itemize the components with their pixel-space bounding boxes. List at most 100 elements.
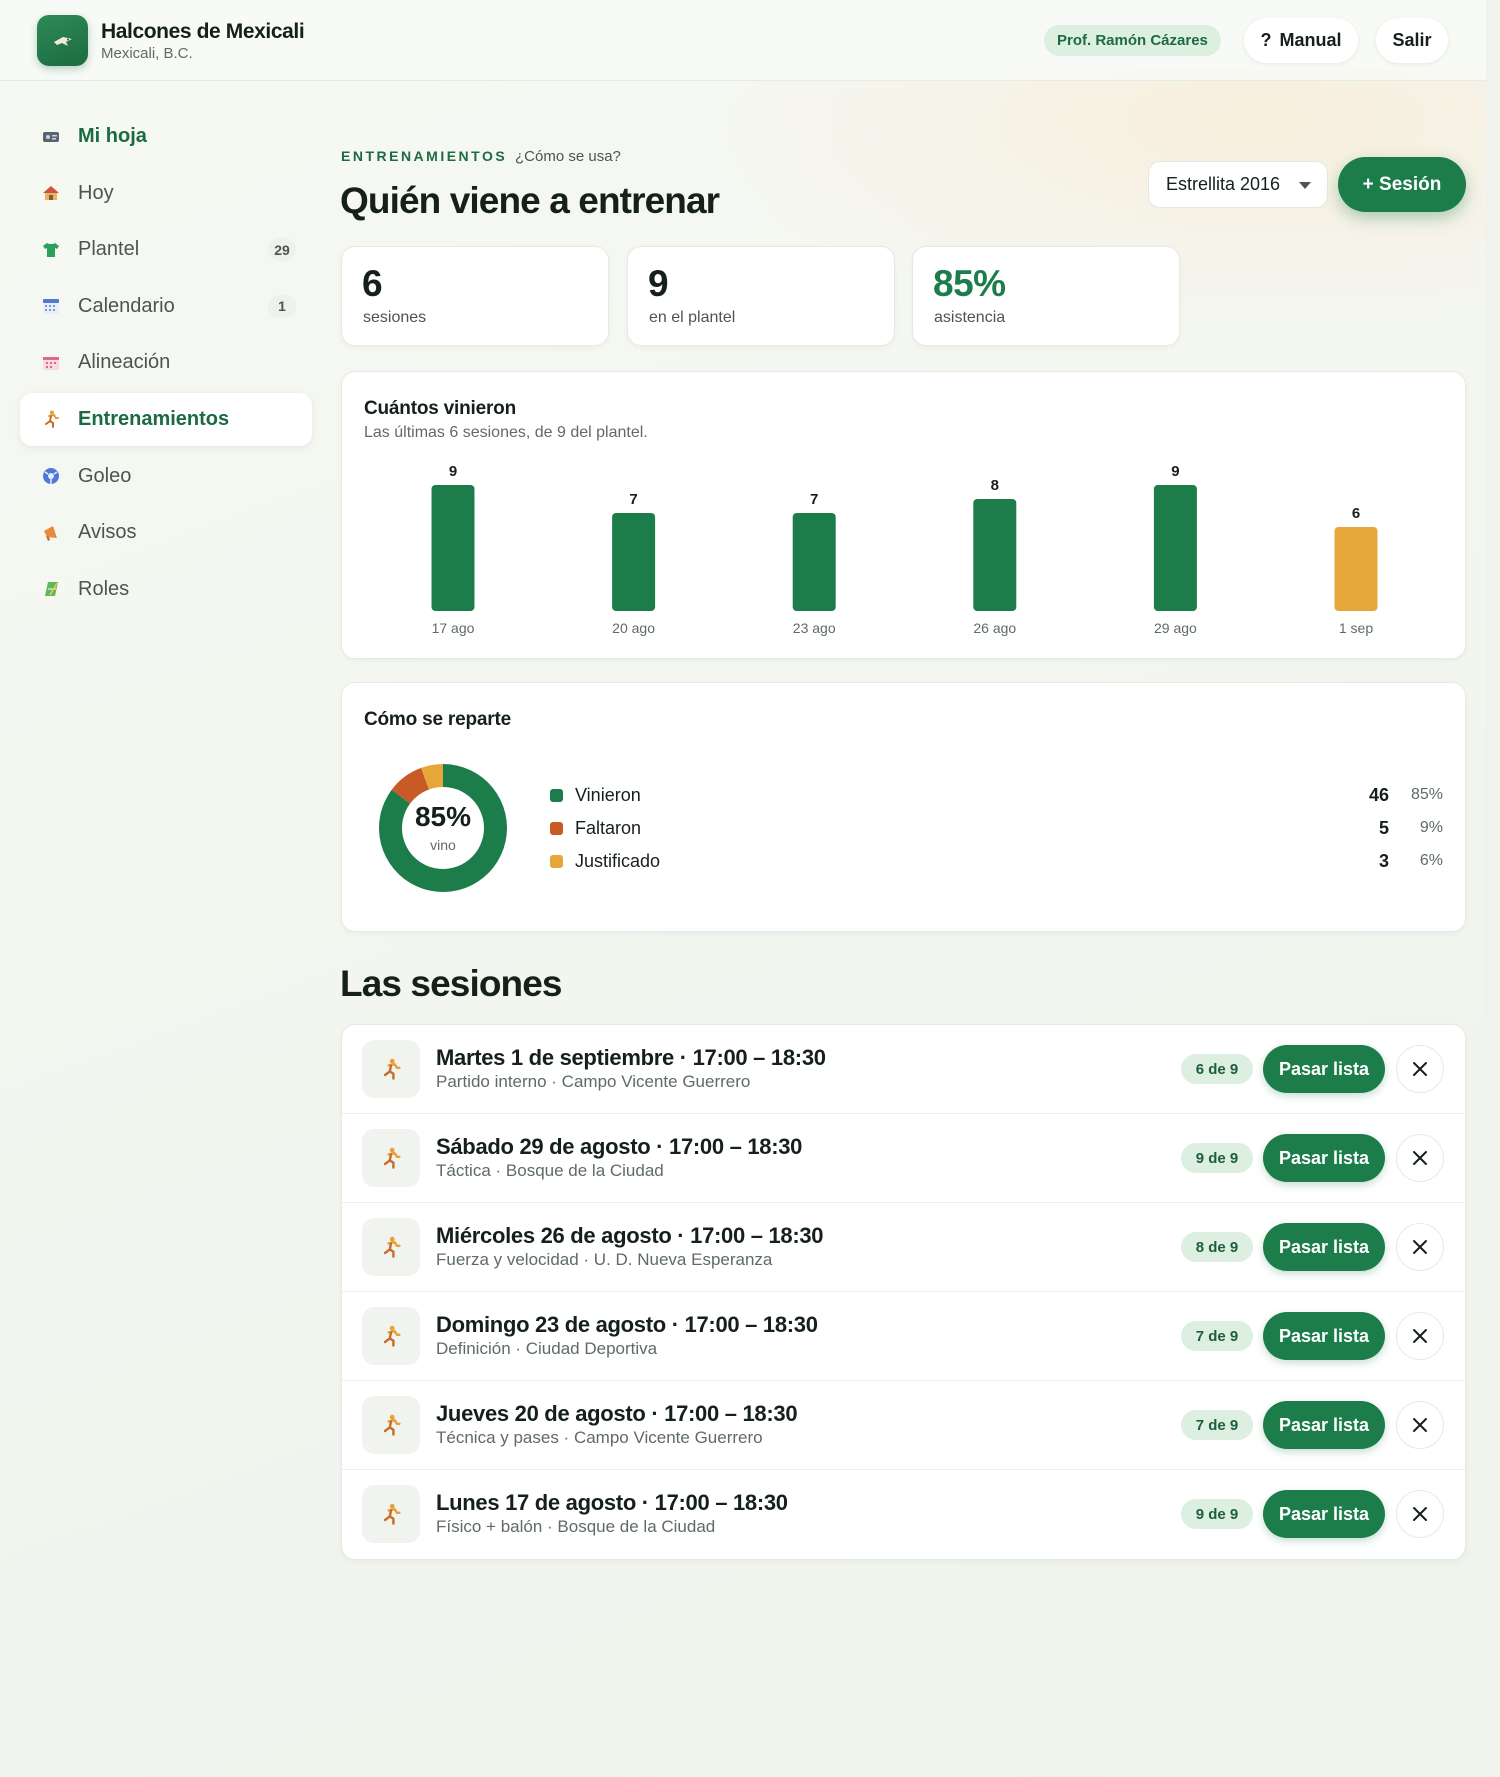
take-attendance-button[interactable]: Pasar lista [1263,1134,1385,1182]
sidebar-item-mi-hoja[interactable]: Mi hoja [20,110,312,163]
session-subtitle: Fuerza y velocidad · U. D. Nueva Esperan… [436,1250,773,1269]
session-title: Domingo 23 de agosto · 17:00 – 18:30 [436,1312,818,1337]
delete-session-button[interactable] [1396,1312,1444,1360]
session-title: Miércoles 26 de agosto · 17:00 – 18:30 [436,1223,824,1248]
runner-icon [362,1218,420,1276]
team-select-value: Estrellita 2016 [1166,174,1281,194]
new-session-button[interactable]: + Sesión [1338,157,1466,212]
manual-button-label: Manual [1279,30,1342,50]
session-attendance-badge: 7 de 9 [1181,1321,1253,1351]
sidebar-item-goleo[interactable]: Goleo [20,450,312,503]
legend-count: 5 [1378,817,1389,838]
session-title: Lunes 17 de agosto · 17:00 – 18:30 [436,1490,788,1515]
delete-session-button[interactable] [1396,1490,1444,1538]
manual-button[interactable]: ? Manual [1244,18,1358,63]
top-bar: Halcones de Mexicali Mexicali, B.C. Prof… [0,0,1486,81]
bar-category-label: 23 ago [793,620,836,636]
legend-percent: 85% [1410,786,1443,803]
delete-session-button[interactable] [1396,1134,1444,1182]
session-row[interactable]: Martes 1 de septiembre · 17:00 – 18:30 P… [342,1025,1465,1114]
donut-center: 85% vino [368,753,518,903]
close-icon [1413,1240,1427,1254]
bar-23-ago[interactable] [792,513,836,611]
legend-item-vinieron: Vinieron [550,783,641,807]
bar-value-label: 6 [1352,505,1360,522]
sidebar-item-label: Roles [78,577,130,600]
sessions-list: Martes 1 de septiembre · 17:00 – 18:30 P… [341,1024,1466,1560]
runner-icon [362,1307,420,1365]
donut-center-value: 85% [414,801,472,832]
bar-1-sep[interactable] [1334,527,1378,611]
club-name: Halcones de Mexicali [101,20,305,43]
session-row[interactable]: Miércoles 26 de agosto · 17:00 – 18:30 F… [342,1203,1465,1292]
field-icon [40,578,62,600]
take-attendance-button[interactable]: Pasar lista [1263,1401,1385,1449]
session-subtitle: Partido interno · Campo Vicente Guerrero [436,1072,751,1091]
take-attendance-button[interactable]: Pasar lista [1263,1045,1385,1093]
distribution-title: Cómo se reparte [364,709,511,730]
sidebar-item-plantel[interactable]: Plantel 29 [20,223,312,276]
delete-session-button[interactable] [1396,1223,1444,1271]
stat-card-roster: 9 en el plantel [627,246,895,346]
session-subtitle: Técnica y pases · Campo Vicente Guerrero [436,1428,763,1447]
jersey-icon [40,239,62,261]
legend-count: 46 [1368,784,1389,805]
legend-count: 3 [1378,850,1389,871]
sidebar-item-alineacion[interactable]: Alineación [20,336,312,389]
bar-value-label: 9 [449,463,457,480]
session-attendance-badge: 8 de 9 [1181,1232,1253,1262]
bar-category-label: 1 sep [1339,620,1373,636]
user-badge[interactable]: Prof. Ramón Cázares [1044,25,1221,56]
close-icon [1413,1062,1427,1076]
delete-session-button[interactable] [1396,1401,1444,1449]
session-attendance-badge: 9 de 9 [1181,1143,1253,1173]
sidebar-item-avisos[interactable]: Avisos [20,506,312,559]
bar-26-ago[interactable] [973,499,1017,611]
sessions-title: Las sesiones [340,963,563,1004]
sidebar: Mi hoja Hoy Plantel 29 Calendario 1 Alin… [20,110,312,619]
sidebar-item-hoy[interactable]: Hoy [20,167,312,220]
sidebar-item-roles[interactable]: Roles [20,563,312,616]
sidebar-item-entrenamientos[interactable]: Entrenamientos [20,392,312,446]
scrollbar-track[interactable] [1486,0,1500,1777]
bar-20-ago[interactable] [612,513,656,611]
sidebar-item-calendario[interactable]: Calendario 1 [20,280,312,333]
session-title: Sábado 29 de agosto · 17:00 – 18:30 [436,1134,803,1159]
session-row[interactable]: Lunes 17 de agosto · 17:00 – 18:30 Físic… [342,1470,1465,1559]
bar-value-label: 7 [810,491,818,508]
session-row[interactable]: Domingo 23 de agosto · 17:00 – 18:30 Def… [342,1292,1465,1381]
stat-card-sessions: 6 sesiones [341,246,609,346]
bar-29-ago[interactable] [1153,485,1197,611]
sidebar-item-label: Calendario [78,294,175,317]
help-link[interactable]: ¿Cómo se usa? [515,148,621,165]
take-attendance-button[interactable]: Pasar lista [1263,1223,1385,1271]
bar-category-label: 20 ago [612,620,655,636]
logout-button[interactable]: Salir [1376,18,1448,63]
help-icon: ? [1260,30,1272,50]
id-card-icon [40,126,62,148]
runner-icon [362,1040,420,1098]
section-kicker: ENTRENAMIENTOS [341,148,508,164]
bar-value-label: 7 [629,491,637,508]
take-attendance-button[interactable]: Pasar lista [1263,1312,1385,1360]
donut-center-label: vino [430,837,456,853]
close-icon [1413,1507,1427,1521]
delete-session-button[interactable] [1396,1045,1444,1093]
team-select[interactable]: Estrellita 2016 [1148,161,1328,208]
session-title: Jueves 20 de agosto · 17:00 – 18:30 [436,1401,798,1426]
club-logo-icon[interactable] [37,15,88,66]
close-icon [1413,1151,1427,1165]
bar-17-ago[interactable] [431,485,475,611]
session-row[interactable]: Sábado 29 de agosto · 17:00 – 18:30 Táct… [342,1114,1465,1203]
stat-card-attendance: 85% asistencia [912,246,1180,346]
session-row[interactable]: Jueves 20 de agosto · 17:00 – 18:30 Técn… [342,1381,1465,1470]
sidebar-item-label: Goleo [78,464,132,487]
sidebar-item-label: Hoy [78,181,114,204]
legend-swatch [550,854,563,868]
session-title: Martes 1 de septiembre · 17:00 – 18:30 [436,1045,826,1070]
close-icon [1413,1329,1427,1343]
bar-category-label: 26 ago [973,620,1016,636]
house-icon [40,182,62,204]
take-attendance-button[interactable]: Pasar lista [1263,1490,1385,1538]
runner-icon [362,1485,420,1543]
